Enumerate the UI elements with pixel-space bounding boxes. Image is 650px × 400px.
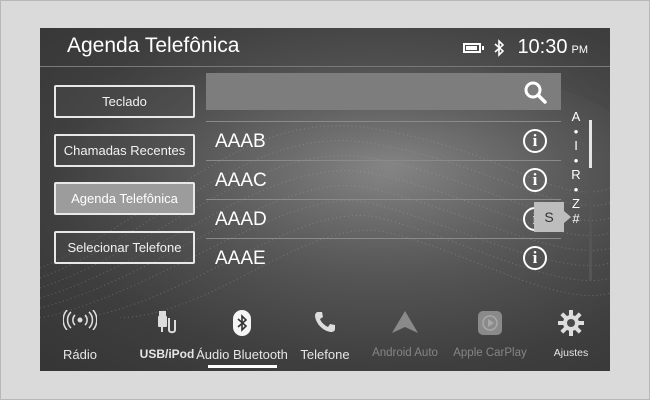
index-dot[interactable]: • xyxy=(570,182,582,198)
index-dot[interactable]: • xyxy=(570,124,582,140)
search-bar[interactable] xyxy=(206,73,561,110)
android-auto-icon xyxy=(391,310,419,334)
bottom-nav: Rádio USB/iPod Áudio Bluetooth Telefone … xyxy=(40,298,610,371)
phonebook-button[interactable]: Agenda Telefônica xyxy=(54,182,195,215)
nav-label: Apple CarPlay xyxy=(453,347,527,359)
usb-icon xyxy=(155,310,179,334)
nav-label: Ajustes xyxy=(553,347,589,359)
index-letter[interactable]: Z xyxy=(570,196,582,212)
clock-ampm: PM xyxy=(571,44,589,56)
index-letter[interactable]: # xyxy=(570,211,582,227)
index-bubble: S xyxy=(534,202,571,232)
nav-label: Áudio Bluetooth xyxy=(196,347,288,362)
bluetooth-icon xyxy=(493,38,505,57)
nav-radio[interactable]: Rádio xyxy=(40,298,120,371)
scrollbar[interactable] xyxy=(589,120,592,280)
infotainment-screen: Agenda Telefônica 10:30 PM Teclado Chama… xyxy=(40,28,610,371)
clock: 10:30 xyxy=(517,36,568,58)
nav-label: Telefone xyxy=(300,347,350,362)
radio-icon xyxy=(63,310,97,330)
nav-android-auto[interactable]: Android Auto xyxy=(365,298,445,371)
nav-label: Rádio xyxy=(63,347,97,362)
nav-bluetooth-audio[interactable]: Áudio Bluetooth xyxy=(195,298,289,371)
contact-row[interactable]: AAAC i xyxy=(206,160,561,199)
index-letter[interactable]: I xyxy=(570,138,582,154)
status-bar: Agenda Telefônica 10:30 PM xyxy=(40,28,610,66)
nav-settings[interactable]: Ajustes xyxy=(540,298,602,371)
gear-icon xyxy=(558,310,584,336)
bluetooth-audio-icon xyxy=(230,310,254,336)
nav-apple-carplay[interactable]: Apple CarPlay xyxy=(446,298,534,371)
keypad-button[interactable]: Teclado xyxy=(54,85,195,118)
phone-icon xyxy=(313,310,337,334)
info-icon[interactable]: i xyxy=(523,168,547,192)
nav-phone[interactable]: Telefone xyxy=(290,298,360,371)
carplay-icon xyxy=(477,310,503,336)
contact-row[interactable]: AAAD i xyxy=(206,199,561,238)
index-dot[interactable]: • xyxy=(570,153,582,169)
contact-row[interactable]: AAAB i xyxy=(206,121,561,160)
alphabet-index[interactable]: A • I • R • Z # xyxy=(570,109,582,227)
page-title: Agenda Telefônica xyxy=(67,34,240,57)
recent-calls-button[interactable]: Chamadas Recentes xyxy=(54,134,195,167)
nav-label: Android Auto xyxy=(372,347,438,359)
contact-name: AAAD xyxy=(215,209,267,230)
contact-name: AAAC xyxy=(215,170,267,191)
active-tab-indicator xyxy=(208,365,277,368)
contact-row[interactable]: AAAE i xyxy=(206,238,561,277)
select-phone-button[interactable]: Selecionar Telefone xyxy=(54,231,195,264)
info-icon[interactable]: i xyxy=(523,129,547,153)
battery-icon xyxy=(463,42,485,53)
header-divider xyxy=(40,66,610,67)
search-icon[interactable] xyxy=(523,80,547,109)
info-icon[interactable]: i xyxy=(523,246,547,270)
scrollbar-thumb[interactable] xyxy=(589,120,592,168)
index-letter[interactable]: A xyxy=(570,109,582,125)
status-indicators: 10:30 PM xyxy=(463,36,588,59)
contact-name: AAAE xyxy=(215,248,266,269)
contact-name: AAAB xyxy=(215,131,266,152)
index-letter[interactable]: R xyxy=(570,167,582,183)
